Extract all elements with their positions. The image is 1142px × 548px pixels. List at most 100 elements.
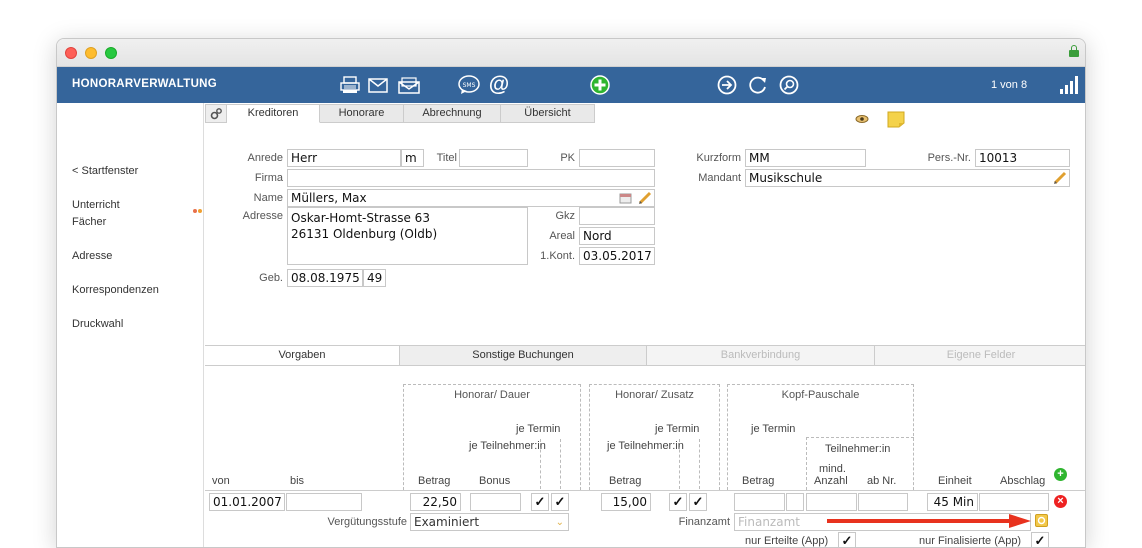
subtab-bankverbindung: Bankverbindung [646,346,874,365]
signal-bars-icon[interactable] [1060,76,1078,94]
geb-field[interactable]: 08.08.1975 [287,269,363,287]
zoom-window-button[interactable] [105,47,117,59]
nur-erteilte-label: nur Erteilte (App) [745,535,829,547]
row-separator [205,490,1085,491]
subtab-sonstige-buchungen[interactable]: Sonstige Buchungen [399,346,646,365]
sidebar-item-startfenster[interactable]: < Startfenster [72,165,138,177]
subtab-bar: Vorgaben Sonstige Buchungen Bankverbindu… [205,345,1085,366]
edit-pencil-icon[interactable] [1053,171,1067,188]
mandant-field[interactable]: Musikschule [745,169,1070,187]
nur-erteilte-checkbox[interactable]: ✓ [838,532,856,547]
edit-pencil-icon[interactable] [638,191,652,208]
dauer-je-teilnehmer-checkbox[interactable]: ✓ [551,493,569,511]
sidebar-item-faecher[interactable]: Fächer [72,216,106,228]
divider [699,439,700,489]
app-title: HONORARVERWALTUNG [72,78,218,90]
minimize-window-button[interactable] [85,47,97,59]
col-betrag: Betrag [418,475,451,487]
dauer-je-termin-checkbox[interactable]: ✓ [531,493,549,511]
abschlag-field[interactable] [979,493,1049,511]
bis-field[interactable] [286,493,362,511]
gkz-label: Gkz [555,210,575,222]
sidebar-item-unterricht[interactable]: Unterricht [72,199,120,211]
nur-finalisierte-checkbox[interactable]: ✓ [1031,532,1049,547]
annotation-arrow-icon [827,514,1031,528]
geb-label: Geb. [259,272,283,284]
sidebar-item-korrespondenzen[interactable]: Korrespondenzen [72,284,159,296]
titel-field[interactable] [459,149,528,167]
einheit-field[interactable]: 45 Min [927,493,978,511]
von-field[interactable]: 01.01.2007 [209,493,285,511]
tab-abrechnung[interactable]: Abrechnung [404,104,501,123]
zusatz-je-teilnehmer-checkbox[interactable]: ✓ [689,493,707,511]
add-row-icon[interactable]: + [1054,468,1067,481]
tab-honorare[interactable]: Honorare [320,104,404,123]
forward-icon[interactable] [716,74,738,96]
col-anzahl: Anzahl [814,475,848,487]
adresse-line-2: 26131 Oldenburg (Oldb) [291,227,438,241]
at-icon[interactable]: @ [488,73,510,96]
kopf-ab-nr-field[interactable] [858,493,908,511]
dauer-betrag-field[interactable]: 22,50 [410,493,461,511]
gender-field[interactable]: m [401,149,424,167]
app-window: HONORARVERWALTUNG SMS @ 1 von 8 < Startf… [56,38,1086,548]
verguetungsstufe-select[interactable]: Examiniert ⌄ [410,513,569,531]
divider [560,439,561,489]
note-icon[interactable] [887,111,905,131]
pk-field[interactable] [579,149,655,167]
refresh-icon[interactable] [747,74,769,96]
zusatz-betrag-field[interactable]: 15,00 [601,493,651,511]
anrede-field[interactable]: Herr [287,149,401,167]
col-bis: bis [290,475,305,487]
sidebar-item-adresse[interactable]: Adresse [72,250,112,262]
record-counter: 1 von 8 [991,79,1028,91]
main-content: Kreditoren Honorare Abrechnung Übersicht… [205,103,1085,547]
firma-field[interactable] [287,169,655,187]
add-icon[interactable] [589,74,611,96]
kurzform-field[interactable]: MM [745,149,866,167]
je-termin-label: je Termin [655,423,700,435]
sidebar-item-druckwahl[interactable]: Druckwahl [72,318,123,330]
finanzamt-lookup-icon[interactable] [1035,514,1048,527]
lock-icon [1069,45,1079,57]
pk-label: PK [560,152,575,164]
mail-icon[interactable] [367,74,389,96]
titel-label: Titel [436,152,457,164]
kopf-mind-anzahl-field[interactable] [806,493,857,511]
nur-finalisierte-label: nur Finalisierte (App) [919,535,1022,547]
adresse-line-1: Oskar-Homt-Strasse 63 [291,211,430,225]
sms-icon[interactable]: SMS [458,74,480,96]
kont-field[interactable]: 03.05.2017 [579,247,655,265]
kopf-betrag-field[interactable] [734,493,785,511]
anrede-label: Anrede [247,152,283,164]
col-bonus: Bonus [479,475,511,487]
subtab-vorgaben[interactable]: Vorgaben [205,346,399,365]
teilnehmer-label: Teilnehmer:in [825,443,891,455]
calendar-icon[interactable] [619,192,632,207]
subtab-eigene-felder: Eigene Felder [874,346,1085,365]
kopf-extra-field[interactable] [786,493,804,511]
eye-icon[interactable] [855,114,869,127]
gkz-field[interactable] [579,207,655,225]
verguetungsstufe-label: Vergütungsstufe [327,516,407,528]
dauer-bonus-field[interactable] [470,493,521,511]
col-mind: mind. [819,463,846,475]
adresse-field[interactable]: Oskar-Homt-Strasse 63 26131 Oldenburg (O… [287,207,528,265]
je-termin-label: je Termin [751,423,796,435]
tab-uebersicht[interactable]: Übersicht [501,104,595,123]
persnr-field[interactable]: 10013 [975,149,1070,167]
search-icon[interactable] [778,74,800,96]
zusatz-je-termin-checkbox[interactable]: ✓ [669,493,687,511]
je-termin-label: je Termin [516,423,561,435]
col-betrag: Betrag [609,475,642,487]
printer-icon[interactable] [339,74,361,96]
kurzform-label: Kurzform [696,152,741,164]
name-field[interactable]: Müllers, Max [287,189,655,207]
areal-field[interactable]: Nord [579,227,655,245]
delete-row-icon[interactable]: × [1054,495,1067,508]
tab-kreditoren[interactable]: Kreditoren [227,104,320,123]
mail-open-icon[interactable] [398,74,420,96]
settings-gear-icon[interactable] [205,104,227,123]
status-dots [193,204,203,216]
close-window-button[interactable] [65,47,77,59]
